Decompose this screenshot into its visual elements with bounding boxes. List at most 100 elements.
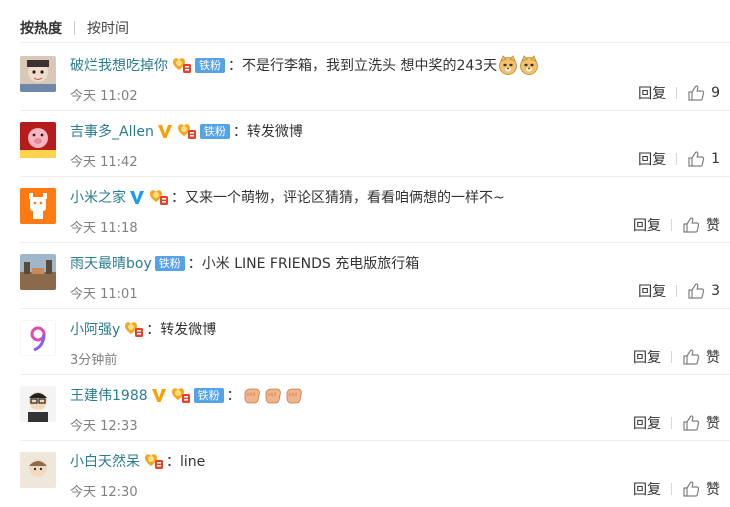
member-medal-icon[interactable] xyxy=(147,188,169,206)
reply-button[interactable]: 回复 xyxy=(633,413,661,433)
comment-actions: 回复 赞 xyxy=(633,479,720,499)
sort-divider xyxy=(74,21,75,35)
fan-badge[interactable]: 铁粉 xyxy=(193,387,224,403)
verified-icon[interactable] xyxy=(157,123,173,139)
username-link[interactable]: 雨天最晴boy xyxy=(70,253,152,273)
comment-item: 雨天最晴boy 铁粉 ：小米 LINE FRIENDS 充电版旅行箱 今天 11… xyxy=(0,243,730,309)
comment-text: ：line xyxy=(166,454,206,470)
avatar[interactable] xyxy=(20,122,56,158)
comment-time: 今天 11:01 xyxy=(70,287,138,302)
verified-icon[interactable] xyxy=(129,189,145,205)
comment-actions: 回复 赞 xyxy=(633,215,720,235)
comment-time: 今天 12:33 xyxy=(70,419,138,434)
comment-text: ：又来一个萌物，评论区猜猜，看看咱俩想的一样不~ xyxy=(171,190,505,206)
verified-icon[interactable] xyxy=(151,387,167,403)
comment-time: 3分钟前 xyxy=(70,353,118,368)
comment-text: ：不是行李箱，我到立洗头 想中奖的243天 xyxy=(228,58,498,74)
header-divider xyxy=(20,42,730,43)
like-thumb-icon[interactable] xyxy=(687,150,705,168)
member-medal-icon[interactable] xyxy=(142,452,164,470)
member-medal-icon[interactable] xyxy=(170,56,192,74)
like-thumb-icon[interactable] xyxy=(682,216,700,234)
action-divider xyxy=(671,351,672,363)
like-count[interactable]: 3 xyxy=(711,283,720,299)
comment-actions: 回复 1 xyxy=(638,149,720,169)
comment-actions: 回复 赞 xyxy=(633,347,720,367)
username-link[interactable]: 吉事多_Allen xyxy=(70,121,154,141)
comment-item: 小白天然呆 ：line 今天 12:30 回复 赞 xyxy=(0,441,730,507)
reply-button[interactable]: 回复 xyxy=(633,347,661,367)
reply-button[interactable]: 回复 xyxy=(638,149,666,169)
avatar[interactable] xyxy=(20,254,56,290)
avatar[interactable] xyxy=(20,386,56,422)
avatar[interactable] xyxy=(20,320,56,356)
fan-badge[interactable]: 铁粉 xyxy=(154,255,185,271)
comment-content: 小白天然呆 ：line xyxy=(70,451,205,471)
fist-emoji-icon xyxy=(284,385,304,405)
comment-time: 今天 11:18 xyxy=(70,221,138,236)
reply-button[interactable]: 回复 xyxy=(638,83,666,103)
action-divider xyxy=(671,483,672,495)
sort-bar: 按热度 按时间 xyxy=(20,16,129,40)
like-thumb-icon[interactable] xyxy=(682,414,700,432)
like-label[interactable]: 赞 xyxy=(706,479,720,499)
comment-time: 今天 12:30 xyxy=(70,485,138,500)
sort-by-hot-tab[interactable]: 按热度 xyxy=(20,18,62,38)
action-divider xyxy=(676,87,678,99)
comment-item: 破烂我想吃掉你 铁粉 ：不是行李箱，我到立洗头 想中奖的243天 今天 11:0… xyxy=(0,45,730,111)
username-link[interactable]: 小白天然呆 xyxy=(70,451,140,471)
comment-time: 今天 11:42 xyxy=(70,155,138,170)
comment-actions: 回复 3 xyxy=(638,281,720,301)
username-link[interactable]: 小米之家 xyxy=(70,187,126,207)
member-medal-icon[interactable] xyxy=(169,386,191,404)
like-label[interactable]: 赞 xyxy=(706,215,720,235)
comment-item: 小米之家 ：又来一个萌物，评论区猜猜，看看咱俩想的一样不~ 今天 11:18 回… xyxy=(0,177,730,243)
comment-text: ：转发微博 xyxy=(232,124,303,140)
like-thumb-icon[interactable] xyxy=(687,282,705,300)
fan-badge[interactable]: 铁粉 xyxy=(199,123,230,139)
reply-button[interactable]: 回复 xyxy=(638,281,666,301)
sort-by-time-tab[interactable]: 按时间 xyxy=(87,18,129,38)
doge-emoji-icon xyxy=(519,55,539,75)
comment-time: 今天 11:02 xyxy=(70,89,138,104)
action-divider xyxy=(676,285,678,297)
action-divider xyxy=(671,417,672,429)
like-thumb-icon[interactable] xyxy=(682,348,700,366)
comment-text: ： xyxy=(226,388,241,404)
doge-emoji-icon xyxy=(498,55,518,75)
comment-content: 吉事多_Allen 铁粉 ：转发微博 xyxy=(70,121,303,141)
comment-content: 王建伟1988 铁粉 ： xyxy=(70,385,304,405)
avatar[interactable] xyxy=(20,56,56,92)
fan-badge[interactable]: 铁粉 xyxy=(195,57,225,73)
fist-emoji-icon xyxy=(242,385,262,405)
action-divider xyxy=(676,153,678,165)
like-count[interactable]: 9 xyxy=(711,85,720,101)
comment-text: ：转发微博 xyxy=(146,322,217,338)
avatar[interactable] xyxy=(20,452,56,488)
username-link[interactable]: 小阿强y xyxy=(70,319,120,339)
action-divider xyxy=(671,219,672,231)
avatar[interactable] xyxy=(20,188,56,224)
reply-button[interactable]: 回复 xyxy=(633,479,661,499)
comment-content: 雨天最晴boy 铁粉 ：小米 LINE FRIENDS 充电版旅行箱 xyxy=(70,253,419,273)
reply-button[interactable]: 回复 xyxy=(633,215,661,235)
comment-item: 小阿强y ：转发微博 3分钟前 回复 赞 xyxy=(0,309,730,375)
comment-item: 吉事多_Allen 铁粉 ：转发微博 今天 11:42 回复 1 xyxy=(0,111,730,177)
like-label[interactable]: 赞 xyxy=(706,347,720,367)
like-thumb-icon[interactable] xyxy=(687,84,705,102)
fist-emoji-icon xyxy=(263,385,283,405)
like-label[interactable]: 赞 xyxy=(706,413,720,433)
username-link[interactable]: 破烂我想吃掉你 xyxy=(70,55,168,75)
comment-text: ：小米 LINE FRIENDS 充电版旅行箱 xyxy=(187,256,420,272)
comment-content: 破烂我想吃掉你 铁粉 ：不是行李箱，我到立洗头 想中奖的243天 xyxy=(70,55,539,75)
comment-actions: 回复 9 xyxy=(638,83,720,103)
username-link[interactable]: 王建伟1988 xyxy=(70,385,148,405)
member-medal-icon[interactable] xyxy=(122,320,144,338)
comment-content: 小米之家 ：又来一个萌物，评论区猜猜，看看咱俩想的一样不~ xyxy=(70,187,505,207)
like-thumb-icon[interactable] xyxy=(682,480,700,498)
member-medal-icon[interactable] xyxy=(175,122,197,140)
like-count[interactable]: 1 xyxy=(711,151,720,167)
comment-actions: 回复 赞 xyxy=(633,413,720,433)
comment-content: 小阿强y ：转发微博 xyxy=(70,319,216,339)
comment-item: 王建伟1988 铁粉 ： 今天 12:33 回复 赞 xyxy=(0,375,730,441)
